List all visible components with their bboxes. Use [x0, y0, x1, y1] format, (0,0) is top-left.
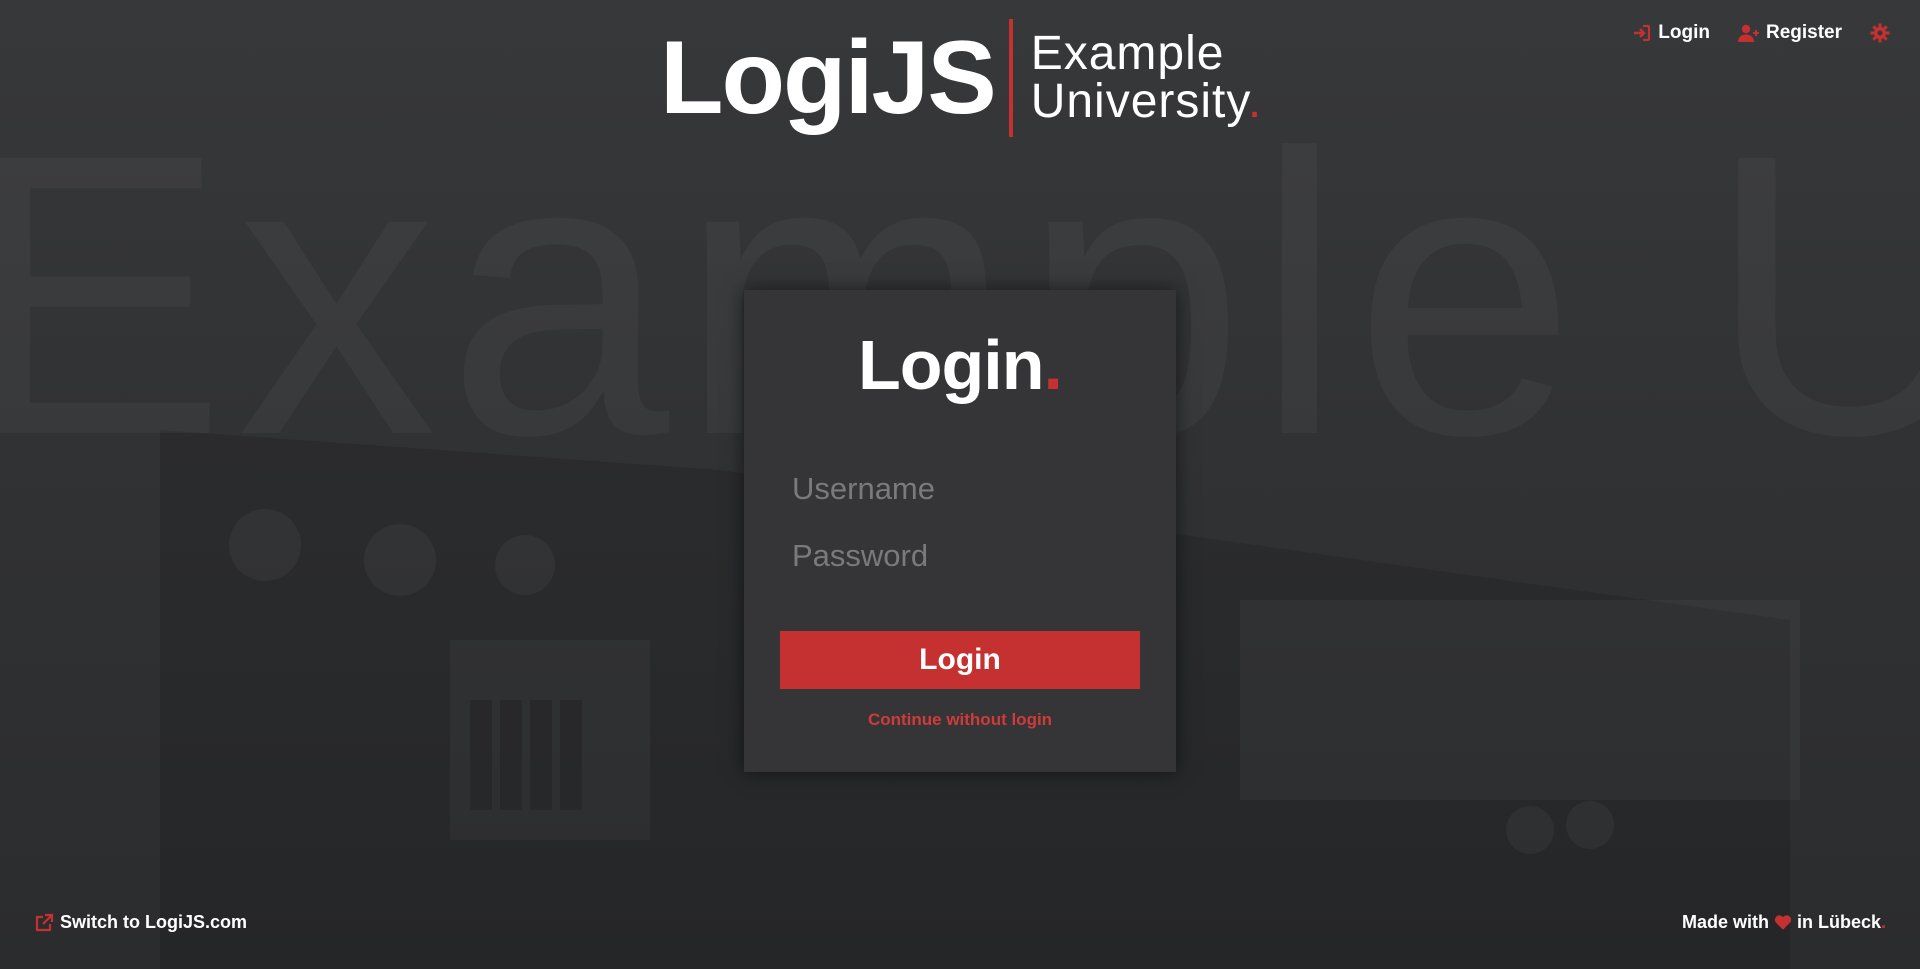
settings-button[interactable] — [1870, 23, 1890, 43]
made-with-text: Made with — [1681, 912, 1769, 932]
username-input[interactable] — [790, 466, 1134, 512]
university-line-1: Example — [1030, 27, 1225, 80]
sign-in-icon — [1634, 24, 1651, 42]
user-plus-icon — [1737, 24, 1759, 42]
top-navigation: Login Register — [1632, 22, 1890, 44]
nav-register-label: Register — [1765, 22, 1842, 43]
nav-login-link[interactable]: Login — [1632, 22, 1710, 44]
switch-site-link[interactable]: Switch to LogiJS.com — [34, 912, 247, 933]
city-text: in Lübeck — [1796, 912, 1881, 932]
university-name: Example University. — [1031, 30, 1262, 126]
university-line-2: University. — [1030, 75, 1263, 128]
site-brand[interactable]: LogiJS Example University. — [660, 18, 1262, 138]
gear-icon — [1870, 23, 1890, 43]
brand-divider — [1008, 19, 1013, 137]
nav-login-label: Login — [1658, 22, 1710, 43]
login-title-dot: . — [1043, 326, 1063, 404]
login-submit-button[interactable]: Login — [780, 631, 1140, 689]
continue-without-login-link[interactable]: Continue without login — [744, 710, 1176, 730]
password-input[interactable] — [790, 533, 1134, 579]
logijs-logo: LogiJS — [660, 26, 997, 130]
university-dot: . — [1247, 75, 1263, 128]
external-link-icon — [35, 913, 54, 931]
city-dot: . — [1880, 912, 1886, 932]
heart-icon — [1774, 915, 1792, 930]
login-card: Login. Login Continue without login — [744, 290, 1176, 772]
switch-site-label: Switch to LogiJS.com — [60, 912, 248, 932]
logo-text: LogiJS — [660, 20, 997, 136]
made-with-note: Made with in Lübeck. — [1682, 912, 1886, 933]
nav-register-link[interactable]: Register — [1737, 22, 1842, 44]
login-title: Login. — [858, 326, 1063, 404]
login-page: Example Un LogiJS Example University. Lo… — [0, 0, 1920, 969]
